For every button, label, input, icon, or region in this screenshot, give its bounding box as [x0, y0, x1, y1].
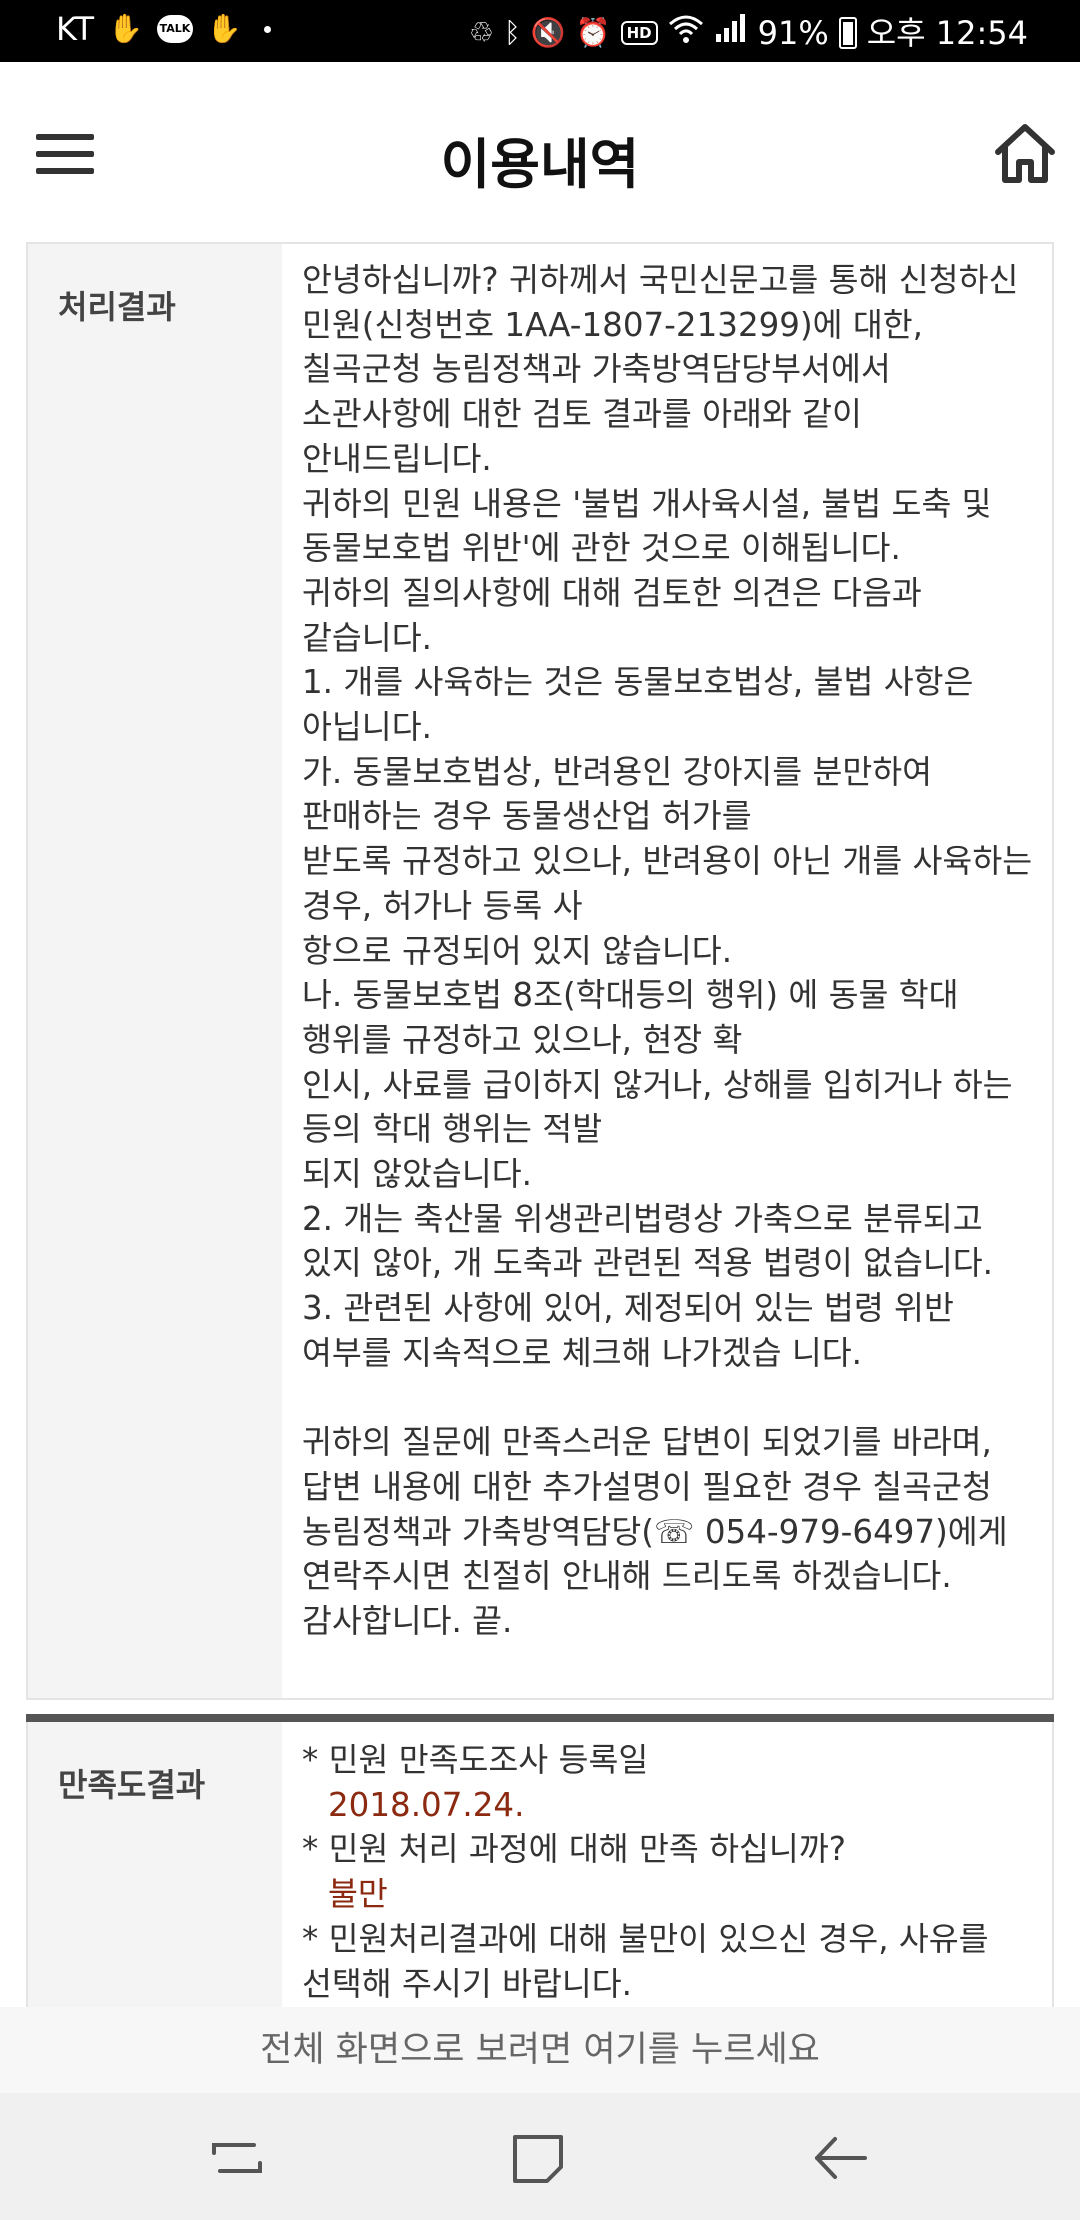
result-text: 안녕하십니까? 귀하께서 국민신문고를 통해 신청하신 민원(신청번호 1AA-… — [302, 261, 1033, 1641]
app-header: 이용내역 — [0, 62, 1080, 242]
home-icon[interactable] — [992, 120, 1058, 186]
alarm-icon: ⏰ — [575, 15, 611, 49]
satisfaction-question-reason: * 민원처리결과에 대해 불만이 있으신 경우, 사유를 선택해 주시기 바랍니… — [302, 1919, 989, 2003]
satisfaction-label: 만족도결과 — [28, 1722, 282, 2007]
kakaotalk-icon: TALK — [156, 15, 193, 43]
carrier-label: KT — [56, 10, 95, 48]
home-square-icon[interactable] — [503, 2123, 573, 2193]
fullscreen-prompt-button[interactable]: 전체 화면으로 보려면 여기를 누르세요 — [0, 2007, 1080, 2093]
recent-apps-icon[interactable] — [202, 2123, 272, 2193]
hand-notification-icon: ✋ — [108, 12, 143, 45]
result-label: 처리결과 — [28, 244, 282, 1698]
status-bar-left: KT ✋ TALK ✋ — [56, 12, 271, 46]
satisfaction-body: * 민원 만족도조사 등록일 2018.07.24. * 민원 처리 과정에 대… — [282, 1722, 1052, 2007]
status-bar: KT ✋ TALK ✋ ♲ ᛒ 🔇 ⏰ HD 91% 오후 12:54 — [0, 0, 1080, 62]
signal-icon — [714, 12, 748, 53]
clock: 오후 12:54 — [866, 13, 1028, 52]
data-saver-icon: ♲ — [468, 15, 495, 49]
status-bar-right: ♲ ᛒ 🔇 ⏰ HD 91% 오후 12:54 — [469, 12, 1028, 53]
satisfaction-section: 만족도결과 * 민원 만족도조사 등록일 2018.07.24. * 민원 처리… — [26, 1722, 1054, 2007]
section-divider — [26, 1714, 1054, 1722]
battery-percent: 91% — [757, 13, 829, 52]
hd-voice-icon: HD — [620, 20, 658, 45]
wifi-icon — [668, 13, 704, 53]
hand-notification-icon: ✋ — [206, 12, 242, 45]
satisfaction-answer-date: 2018.07.24. — [328, 1785, 525, 1824]
satisfaction-answer-process: 불만 — [328, 1875, 388, 1914]
system-nav-bar — [0, 2093, 1080, 2220]
dot-icon — [263, 25, 271, 33]
satisfaction-question-process: * 민원 처리 과정에 대해 만족 하십니까? — [302, 1830, 846, 1869]
mute-icon: 🔇 — [530, 15, 566, 49]
page-title: 이용내역 — [440, 133, 640, 196]
result-section: 처리결과 안녕하십니까? 귀하께서 국민신문고를 통해 신청하신 민원(신청번호… — [26, 242, 1054, 1700]
back-arrow-icon[interactable] — [805, 2123, 875, 2193]
content-area[interactable]: 처리결과 안녕하십니까? 귀하께서 국민신문고를 통해 신청하신 민원(신청번호… — [26, 242, 1054, 2007]
screen: KT ✋ TALK ✋ ♲ ᛒ 🔇 ⏰ HD 91% 오후 12:54 이용내역… — [0, 0, 1080, 2220]
bluetooth-icon: ᛒ — [504, 15, 521, 49]
battery-icon — [838, 16, 857, 49]
satisfaction-question-date: * 민원 만족도조사 등록일 — [302, 1741, 649, 1779]
